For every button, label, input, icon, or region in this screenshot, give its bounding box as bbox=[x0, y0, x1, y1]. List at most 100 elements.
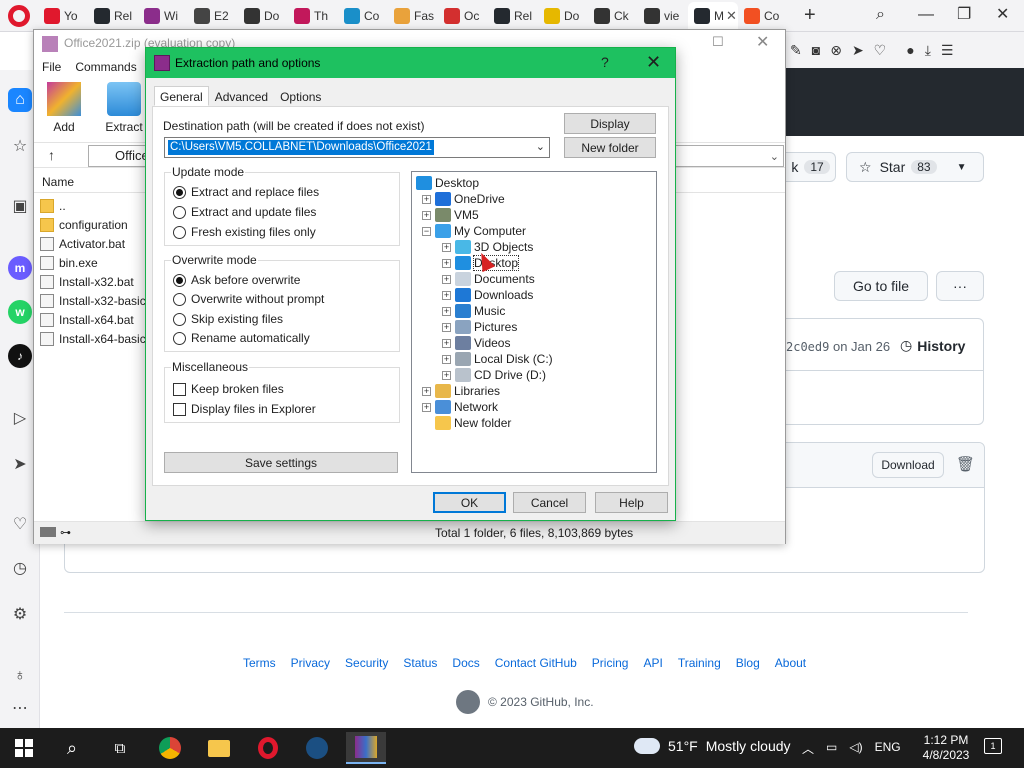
tree-node[interactable]: + Libraries bbox=[422, 383, 500, 399]
winrar-taskbar-icon[interactable] bbox=[346, 732, 386, 764]
player-icon[interactable]: ▷ bbox=[8, 406, 32, 430]
chevron-down-icon[interactable]: ⌄ bbox=[536, 140, 545, 153]
file-explorer-icon[interactable] bbox=[199, 732, 239, 764]
download-button[interactable]: Download bbox=[872, 452, 944, 478]
task-view-icon[interactable]: ⧉ bbox=[100, 732, 140, 764]
weather-widget[interactable]: 51°F Mostly cloudy bbox=[631, 734, 791, 754]
expand-icon[interactable]: + bbox=[422, 386, 431, 396]
up-arrow-icon[interactable]: ↑ bbox=[48, 147, 55, 163]
tree-node[interactable]: + Music bbox=[442, 303, 505, 319]
tree-node[interactable]: + Videos bbox=[442, 335, 510, 351]
overwrite-option-0[interactable]: Ask before overwrite bbox=[173, 273, 300, 287]
browser-tab[interactable]: Oc bbox=[438, 2, 488, 30]
footer-link[interactable]: Docs bbox=[452, 656, 479, 670]
tree-node[interactable]: + Network bbox=[422, 399, 498, 415]
folder-tree[interactable]: Desktop + OneDrive + VM5− My Computer +3D Obje… bbox=[411, 171, 657, 473]
chrome-icon[interactable] bbox=[150, 732, 190, 764]
download-icon[interactable]: ⤓ bbox=[925, 42, 931, 59]
heart-icon[interactable]: ♡ bbox=[8, 512, 32, 536]
steam-icon[interactable] bbox=[297, 732, 337, 764]
tree-node[interactable]: + OneDrive bbox=[422, 191, 505, 207]
send-icon[interactable]: ➤ bbox=[852, 42, 864, 59]
tree-node[interactable]: + Pictures bbox=[442, 319, 517, 335]
file-row[interactable]: Install-x64-basic bbox=[40, 329, 148, 348]
file-row[interactable]: Install-x32.bat bbox=[40, 272, 148, 291]
extract-button[interactable]: Extract bbox=[100, 82, 148, 134]
heart-icon[interactable]: ♡ bbox=[874, 42, 887, 59]
column-name[interactable]: Name bbox=[42, 175, 74, 189]
close-tab-icon[interactable]: ✕ bbox=[726, 8, 737, 24]
close-window-button[interactable]: ✕ bbox=[996, 4, 1009, 26]
radio-button[interactable] bbox=[173, 331, 186, 345]
close-button[interactable]: ✕ bbox=[756, 32, 769, 52]
fork-button[interactable]: k 17 bbox=[786, 152, 836, 182]
footer-link[interactable]: Privacy bbox=[291, 656, 330, 670]
volume-icon[interactable]: ◁) bbox=[849, 740, 862, 757]
display-button[interactable]: Display bbox=[564, 113, 656, 134]
expand-icon[interactable]: + bbox=[442, 306, 451, 316]
send-icon[interactable]: ➤ bbox=[8, 452, 32, 476]
block-icon[interactable]: ⊗ bbox=[830, 42, 842, 59]
tab-search-icon[interactable]: ⌕ bbox=[876, 4, 885, 26]
browser-tab[interactable]: Th bbox=[288, 2, 338, 30]
browser-tab[interactable]: Co bbox=[738, 2, 788, 30]
browser-tab[interactable]: vie bbox=[638, 2, 688, 30]
file-row[interactable]: Activator.bat bbox=[40, 234, 148, 253]
expand-icon[interactable]: + bbox=[422, 402, 431, 412]
menu-commands[interactable]: Commands bbox=[75, 60, 136, 74]
tiktok-icon[interactable]: ♪ bbox=[8, 344, 32, 368]
add-button[interactable]: Add bbox=[40, 82, 88, 134]
browser-tab[interactable]: Yo bbox=[38, 2, 88, 30]
tree-node[interactable]: + Local Disk (C:) bbox=[442, 351, 553, 367]
footer-link[interactable]: Status bbox=[403, 656, 437, 670]
tab-options[interactable]: Options bbox=[274, 86, 327, 106]
update-option-1[interactable]: Extract and update files bbox=[173, 205, 316, 219]
footer-link[interactable]: Pricing bbox=[592, 656, 629, 670]
opera-menu-icon[interactable] bbox=[8, 5, 30, 27]
update-option-0[interactable]: Extract and replace files bbox=[173, 185, 319, 199]
menu-file[interactable]: File bbox=[42, 60, 61, 74]
messenger-icon[interactable]: m bbox=[8, 256, 32, 280]
browser-tab[interactable]: Rel bbox=[88, 2, 138, 30]
maximize-button[interactable]: ❐ bbox=[957, 4, 971, 26]
radio-button[interactable] bbox=[173, 185, 186, 199]
go-to-file-button[interactable]: Go to file bbox=[834, 271, 928, 301]
file-row[interactable]: bin.exe bbox=[40, 253, 148, 272]
chevron-up-icon[interactable]: ︿ bbox=[802, 740, 814, 757]
tab-general[interactable]: General bbox=[154, 86, 209, 106]
expand-icon[interactable]: + bbox=[442, 274, 451, 284]
shopping-icon[interactable]: ▣ bbox=[8, 194, 32, 218]
chevron-down-icon[interactable]: ▼ bbox=[957, 162, 967, 173]
minimize-button[interactable]: — bbox=[918, 4, 934, 26]
new-tab-button[interactable]: + bbox=[804, 4, 816, 26]
tree-node[interactable]: + Documents bbox=[442, 271, 535, 287]
notification-icon[interactable]: 1 bbox=[984, 738, 1002, 754]
browser-tab[interactable]: Co bbox=[338, 2, 388, 30]
footer-link[interactable]: Training bbox=[678, 656, 721, 670]
overwrite-option-1[interactable]: Overwrite without prompt bbox=[173, 292, 324, 306]
footer-link[interactable]: Contact GitHub bbox=[495, 656, 577, 670]
file-row[interactable]: Install-x32-basic bbox=[40, 291, 148, 310]
checkbox[interactable] bbox=[173, 382, 186, 396]
github-logo-icon[interactable] bbox=[456, 690, 480, 714]
destination-path-input[interactable]: C:\Users\VM5.COLLABNET\Downloads\Office2… bbox=[164, 137, 550, 158]
chevron-down-icon[interactable]: ⌄ bbox=[770, 147, 779, 167]
clock[interactable]: 1:12 PM 4/8/2023 bbox=[914, 733, 978, 763]
more-icon[interactable]: ⋯ bbox=[8, 696, 32, 720]
camera-icon[interactable]: ◙ bbox=[812, 42, 820, 58]
tree-node[interactable]: + CD Drive (D:) bbox=[442, 367, 546, 383]
tree-node[interactable]: + Downloads bbox=[442, 287, 533, 303]
tips-icon[interactable]: ♁ bbox=[8, 664, 32, 688]
start-button[interactable] bbox=[4, 732, 44, 764]
overwrite-option-3[interactable]: Rename automatically bbox=[173, 331, 310, 345]
checkbox[interactable] bbox=[173, 402, 186, 416]
expand-icon[interactable]: + bbox=[442, 354, 451, 364]
home-icon[interactable]: ⌂ bbox=[8, 88, 32, 112]
footer-link[interactable]: Security bbox=[345, 656, 388, 670]
display-in-explorer-option[interactable]: Display files in Explorer bbox=[173, 402, 316, 416]
expand-icon[interactable]: + bbox=[442, 290, 451, 300]
expand-icon[interactable]: + bbox=[442, 370, 451, 380]
edit-icon[interactable]: ✎ bbox=[790, 42, 802, 59]
browser-tab[interactable]: Ck bbox=[588, 2, 638, 30]
expand-icon[interactable]: + bbox=[422, 210, 431, 220]
